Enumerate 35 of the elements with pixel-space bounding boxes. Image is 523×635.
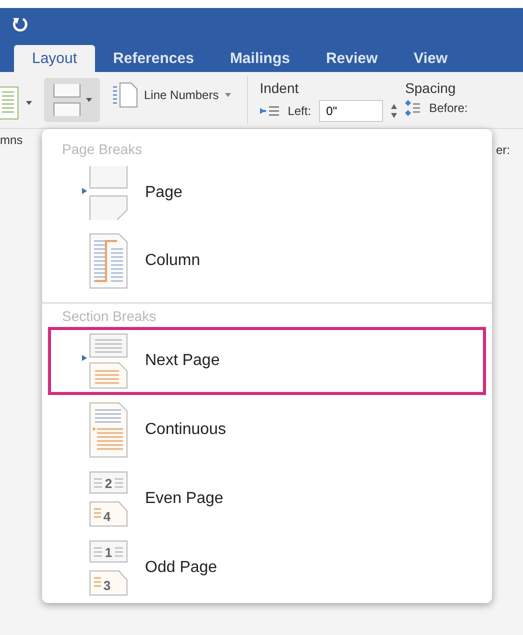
page-number: 2 — [104, 476, 112, 491]
ribbon-tab[interactable]: Review — [308, 45, 396, 72]
menu-item[interactable]: 1 3 Odd Page — [48, 534, 486, 602]
spacing-label: Spacing — [405, 80, 457, 96]
page-number: 1 — [104, 545, 112, 560]
menu-item[interactable]: Page — [48, 160, 486, 226]
page-break-icon — [52, 83, 80, 117]
menu-section-title: Page Breaks — [61, 140, 144, 159]
menu-item[interactable]: Next Page — [48, 327, 486, 395]
ribbon-tab[interactable]: Mailings — [212, 45, 308, 72]
columns-label: mns — [0, 133, 23, 147]
page-number: 4 — [103, 509, 111, 524]
indent-left-field[interactable]: 0" — [319, 100, 384, 122]
spinner-icon[interactable] — [391, 103, 398, 119]
ribbon-tab[interactable]: View — [396, 45, 466, 72]
indent-label: Indent — [260, 80, 300, 96]
left-label: Left: — [288, 104, 312, 118]
after-label: er: — [496, 143, 510, 157]
menu-item[interactable]: Continuous — [48, 396, 486, 464]
undo-icon[interactable] — [12, 16, 28, 32]
menu-item[interactable]: 2 4 Even Page — [48, 465, 486, 533]
caret-icon[interactable] — [26, 101, 32, 105]
line-numbers-icon — [112, 82, 138, 108]
menu-section-title: Section Breaks — [61, 307, 158, 326]
caret-icon — [86, 98, 92, 102]
spacing-before-icon — [405, 100, 422, 116]
page-number: 3 — [103, 578, 111, 593]
before-label: Before: — [429, 101, 468, 115]
breaks-button[interactable] — [44, 78, 100, 122]
caret-icon — [224, 93, 231, 97]
menu-item[interactable]: Column — [48, 227, 486, 295]
indent-left-icon — [260, 105, 280, 117]
line-numbers-button[interactable]: Line Numbers — [112, 82, 231, 108]
ribbon-tab[interactable]: References — [95, 45, 212, 72]
ribbon-tab[interactable]: Layout — [14, 45, 96, 72]
